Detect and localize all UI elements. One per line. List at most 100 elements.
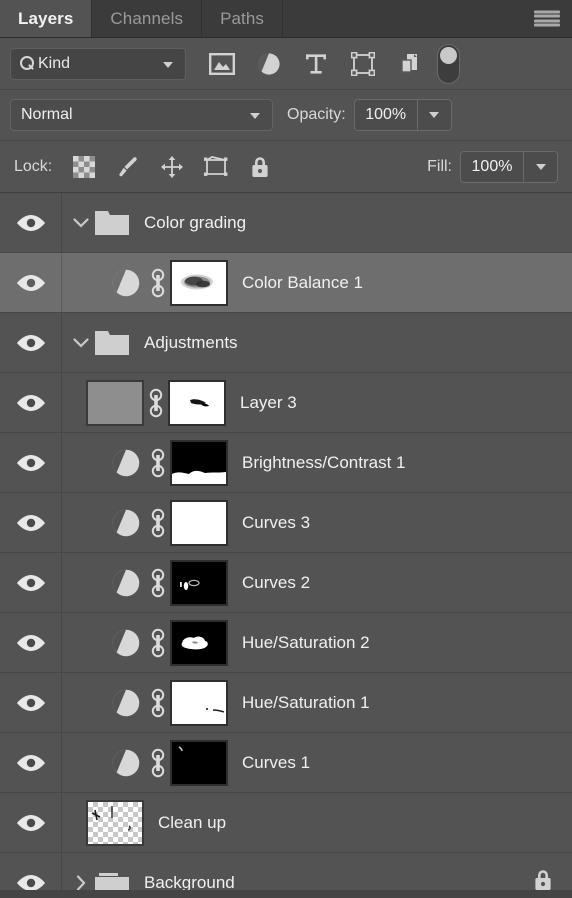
layer-mask-thumbnail[interactable]	[170, 439, 228, 486]
layer-pixel-thumbnail[interactable]	[86, 379, 144, 426]
fill-stepper-button[interactable]	[523, 151, 557, 182]
layer-name: Curves 3	[242, 512, 311, 532]
link-mask-icon[interactable]	[146, 568, 170, 598]
layer-pixel-thumbnail[interactable]	[86, 799, 144, 846]
layer-name: Color Balance 1	[242, 272, 363, 292]
link-mask-icon[interactable]	[144, 388, 168, 418]
layer-row-body[interactable]: Hue/Saturation 2	[62, 613, 572, 672]
lock-artboard-nesting-icon[interactable]	[194, 147, 238, 187]
layer-row-hue-saturation-1[interactable]: Hue/Saturation 1	[0, 673, 572, 733]
visibility-toggle[interactable]	[0, 553, 62, 612]
visibility-toggle[interactable]	[0, 313, 62, 372]
tab-paths[interactable]: Paths	[202, 0, 284, 37]
type-layer-filter-icon[interactable]	[292, 44, 339, 84]
blend-mode-dropdown[interactable]: Normal	[10, 99, 273, 131]
layer-mask-thumbnail[interactable]	[170, 739, 228, 786]
toggle-knob	[440, 46, 457, 64]
folder-icon	[94, 869, 130, 890]
layer-row-body[interactable]: Curves 2	[62, 553, 572, 612]
visibility-toggle[interactable]	[0, 373, 62, 432]
layer-row-curves-2[interactable]: Curves 2	[0, 553, 572, 613]
filter-kind-label: Kind	[38, 54, 71, 72]
visibility-toggle[interactable]	[0, 853, 62, 890]
adjustment-half-circle-icon	[106, 568, 146, 598]
tab-layers-label: Layers	[18, 8, 74, 28]
layer-row-hue-saturation-2[interactable]: Hue/Saturation 2	[0, 613, 572, 673]
link-mask-icon[interactable]	[146, 448, 170, 478]
link-mask-icon[interactable]	[146, 748, 170, 778]
lock-image-pixels-brush-icon[interactable]	[106, 147, 150, 187]
eye-visible-icon	[16, 214, 45, 231]
layer-row-layer-3[interactable]: Layer 3	[0, 373, 572, 433]
blend-mode-row: Normal Opacity: 100%	[0, 90, 572, 141]
chevron-down-icon[interactable]	[68, 217, 94, 228]
visibility-toggle[interactable]	[0, 193, 62, 252]
visibility-toggle[interactable]	[0, 673, 62, 732]
layer-row-color-balance-1[interactable]: Color Balance 1	[0, 253, 572, 313]
eye-visible-icon	[16, 514, 45, 531]
fill-value[interactable]: 100%	[461, 151, 523, 182]
smart-object-filter-icon[interactable]	[386, 44, 433, 84]
padlock-icon[interactable]	[532, 868, 554, 891]
lock-position-move-icon[interactable]	[150, 147, 194, 187]
opacity-stepper-button[interactable]	[416, 100, 451, 130]
link-mask-icon[interactable]	[146, 268, 170, 298]
visibility-toggle[interactable]	[0, 433, 62, 492]
layer-row-body[interactable]: Background	[62, 853, 572, 890]
chevron-down-icon	[535, 163, 546, 170]
layer-mask-thumbnail[interactable]	[168, 379, 226, 426]
tab-bar-filler	[283, 0, 572, 37]
lock-transparent-pixels-icon[interactable]	[62, 147, 106, 187]
layer-mask-thumbnail[interactable]	[170, 499, 228, 546]
layer-row-body[interactable]: Adjustments	[62, 313, 572, 372]
eye-visible-icon	[16, 694, 45, 711]
layer-mask-thumbnail[interactable]	[170, 559, 228, 606]
layer-row-curves-3[interactable]: Curves 3	[0, 493, 572, 553]
layer-mask-thumbnail[interactable]	[170, 679, 228, 726]
pixel-layer-filter-icon[interactable]	[198, 44, 245, 84]
layer-row-clean-up[interactable]: Clean up	[0, 793, 572, 853]
layer-row-adjustments[interactable]: Adjustments	[0, 313, 572, 373]
layer-row-body[interactable]: Color grading	[62, 193, 572, 252]
layer-mask-thumbnail[interactable]	[170, 619, 228, 666]
chevron-right-icon[interactable]	[68, 874, 94, 890]
layer-row-color-grading[interactable]: Color grading	[0, 193, 572, 253]
layer-row-curves-1[interactable]: Curves 1	[0, 733, 572, 793]
layer-row-brightness-contrast-1[interactable]: Brightness/Contrast 1	[0, 433, 572, 493]
layer-row-body[interactable]: Layer 3	[62, 373, 572, 432]
link-mask-icon[interactable]	[146, 628, 170, 658]
layer-row-body[interactable]: Hue/Saturation 1	[62, 673, 572, 732]
fill-field[interactable]: 100%	[460, 150, 558, 183]
layer-name: Hue/Saturation 1	[242, 692, 370, 712]
layer-row-body[interactable]: Brightness/Contrast 1	[62, 433, 572, 492]
layer-row-body[interactable]: Color Balance 1	[62, 253, 572, 312]
panel-menu-icon[interactable]	[534, 10, 560, 27]
tab-layers[interactable]: Layers	[0, 0, 93, 37]
layer-row-body[interactable]: Clean up	[62, 793, 572, 852]
layer-row-background[interactable]: Background	[0, 853, 572, 890]
layer-name: Brightness/Contrast 1	[242, 452, 406, 472]
chevron-down-icon	[250, 113, 260, 119]
lock-all-padlock-icon[interactable]	[238, 147, 282, 187]
visibility-toggle[interactable]	[0, 733, 62, 792]
visibility-toggle[interactable]	[0, 253, 62, 312]
filter-enable-toggle[interactable]	[437, 43, 460, 84]
link-mask-icon[interactable]	[146, 508, 170, 538]
layer-row-body[interactable]: Curves 3	[62, 493, 572, 552]
opacity-field[interactable]: 100%	[353, 99, 452, 131]
adjustment-layer-filter-icon[interactable]	[245, 44, 292, 84]
shape-layer-filter-icon[interactable]	[339, 44, 386, 84]
filter-kind-dropdown[interactable]: Kind	[10, 47, 186, 80]
visibility-toggle[interactable]	[0, 493, 62, 552]
eye-visible-icon	[16, 874, 45, 890]
layer-name: Hue/Saturation 2	[242, 632, 370, 652]
visibility-toggle[interactable]	[0, 613, 62, 672]
layer-row-body[interactable]: Curves 1	[62, 733, 572, 792]
opacity-value[interactable]: 100%	[354, 100, 417, 130]
link-mask-icon[interactable]	[146, 688, 170, 718]
tab-channels[interactable]: Channels	[92, 0, 203, 37]
visibility-toggle[interactable]	[0, 793, 62, 852]
layer-mask-thumbnail[interactable]	[170, 259, 228, 306]
chevron-down-icon[interactable]	[68, 337, 94, 348]
chevron-down-icon	[163, 61, 173, 68]
